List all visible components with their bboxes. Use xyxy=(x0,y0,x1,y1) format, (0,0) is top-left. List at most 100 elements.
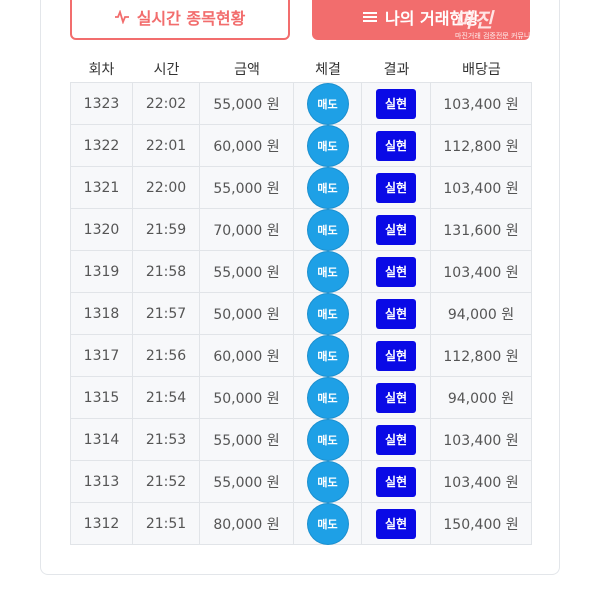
cell-amount-text: 55,000 원 xyxy=(213,180,280,197)
result-badge: 실현 xyxy=(376,508,416,539)
cell-time: 22:02 xyxy=(133,83,200,125)
trade-type-badge: 매도 xyxy=(307,167,348,208)
cell-amount: 55,000 원 xyxy=(200,419,294,461)
cell-trade: 매도 xyxy=(294,125,362,167)
cell-round-text: 1313 xyxy=(83,473,120,490)
cell-round: 1323 xyxy=(70,83,133,125)
cell-amount: 50,000 원 xyxy=(200,293,294,335)
cell-amount: 80,000 원 xyxy=(200,503,294,545)
cell-round-text: 1319 xyxy=(83,263,120,280)
cell-amount: 55,000 원 xyxy=(200,461,294,503)
cell-amount-text: 55,000 원 xyxy=(213,96,280,113)
cell-payout-text: 103,400 원 xyxy=(443,432,519,449)
cell-round: 1322 xyxy=(70,125,133,167)
cell-payout-text: 112,800 원 xyxy=(443,348,519,365)
result-badge: 실현 xyxy=(376,214,416,245)
cell-amount-text: 60,000 원 xyxy=(213,138,280,155)
cell-time: 21:52 xyxy=(133,461,200,503)
cell-time-text: 21:53 xyxy=(145,431,187,448)
cell-result: 실현 xyxy=(362,167,431,209)
table-row: 1322 22:01 60,000 원 매도 실현 112,800 원 xyxy=(70,125,532,167)
table-row: 1317 21:56 60,000 원 매도 실현 112,800 원 xyxy=(70,335,532,377)
cell-payout-text: 103,400 원 xyxy=(443,474,519,491)
cell-payout-text: 94,000 원 xyxy=(447,390,515,407)
cell-time-text: 21:57 xyxy=(145,305,187,322)
cell-time: 22:00 xyxy=(133,167,200,209)
header-round: 회차 xyxy=(88,62,115,78)
cell-payout: 131,600 원 xyxy=(431,209,532,251)
table-row: 1313 21:52 55,000 원 매도 실현 103,400 원 xyxy=(70,461,532,503)
cell-time-text: 22:02 xyxy=(145,95,187,112)
cell-round: 1317 xyxy=(70,335,133,377)
cell-trade: 매도 xyxy=(294,167,362,209)
cell-trade: 매도 xyxy=(294,209,362,251)
cell-payout: 112,800 원 xyxy=(431,335,532,377)
cell-round-text: 1318 xyxy=(83,305,120,322)
cell-payout: 103,400 원 xyxy=(431,167,532,209)
tab-mine-label: 나의 거래현황 xyxy=(385,9,479,28)
cell-time: 21:56 xyxy=(133,335,200,377)
result-badge: 실현 xyxy=(376,424,416,455)
cell-amount: 55,000 원 xyxy=(200,167,294,209)
cell-payout-text: 103,400 원 xyxy=(443,180,519,197)
cell-time: 21:59 xyxy=(133,209,200,251)
cell-result: 실현 xyxy=(362,377,431,419)
cell-payout: 94,000 원 xyxy=(431,377,532,419)
cell-round: 1321 xyxy=(70,167,133,209)
cell-round-text: 1317 xyxy=(83,347,120,364)
cell-time-text: 21:59 xyxy=(145,221,187,238)
cell-time: 21:58 xyxy=(133,251,200,293)
cell-round: 1312 xyxy=(70,503,133,545)
header-time: 시간 xyxy=(153,62,180,78)
result-badge: 실현 xyxy=(376,130,416,161)
cell-round: 1313 xyxy=(70,461,133,503)
cell-payout-text: 131,600 원 xyxy=(443,222,519,239)
cell-time: 22:01 xyxy=(133,125,200,167)
table-row: 1320 21:59 70,000 원 매도 실현 131,600 원 xyxy=(70,209,532,251)
cell-round-text: 1322 xyxy=(83,137,120,154)
cell-payout: 150,400 원 xyxy=(431,503,532,545)
cell-round-text: 1314 xyxy=(83,431,120,448)
cell-trade: 매도 xyxy=(294,377,362,419)
cell-round-text: 1323 xyxy=(83,95,120,112)
cell-time-text: 22:01 xyxy=(145,137,187,154)
result-badge: 실현 xyxy=(376,340,416,371)
cell-round-text: 1312 xyxy=(83,515,120,532)
cell-result: 실현 xyxy=(362,251,431,293)
cell-trade: 매도 xyxy=(294,419,362,461)
cell-amount: 60,000 원 xyxy=(200,335,294,377)
cell-trade: 매도 xyxy=(294,335,362,377)
header-result: 결과 xyxy=(383,62,410,78)
cell-time-text: 21:56 xyxy=(145,347,187,364)
trade-table: 1323 22:02 55,000 원 매도 실현 103,400 원 1322 22:01 6… xyxy=(70,82,532,545)
cell-trade: 매도 xyxy=(294,503,362,545)
cell-payout: 103,400 원 xyxy=(431,461,532,503)
table-row: 1314 21:53 55,000 원 매도 실현 103,400 원 xyxy=(70,419,532,461)
tab-my-trades[interactable]: 나의 거래현황 xyxy=(312,0,530,40)
header-trade: 체결 xyxy=(315,62,341,78)
cell-time: 21:57 xyxy=(133,293,200,335)
cell-payout: 103,400 원 xyxy=(431,251,532,293)
cell-round: 1314 xyxy=(70,419,133,461)
cell-result: 실현 xyxy=(362,209,431,251)
cell-amount-text: 70,000 원 xyxy=(213,222,280,239)
cell-payout-text: 103,400 원 xyxy=(443,264,519,281)
cell-amount: 55,000 원 xyxy=(200,251,294,293)
cell-round: 1318 xyxy=(70,293,133,335)
cell-round-text: 1321 xyxy=(83,179,120,196)
cell-amount-text: 50,000 원 xyxy=(213,390,280,407)
tab-live-label: 실시간 종목현황 xyxy=(136,9,246,28)
trade-type-badge: 매도 xyxy=(307,377,348,418)
table-row: 1315 21:54 50,000 원 매도 실현 94,000 원 xyxy=(70,377,532,419)
table-row: 1319 21:58 55,000 원 매도 실현 103,400 원 xyxy=(70,251,532,293)
cell-amount: 50,000 원 xyxy=(200,377,294,419)
cell-payout: 103,400 원 xyxy=(431,419,532,461)
result-badge: 실현 xyxy=(376,466,416,497)
cell-time-text: 21:51 xyxy=(145,515,187,532)
cell-time-text: 21:52 xyxy=(145,473,187,490)
cell-payout-text: 103,400 원 xyxy=(443,96,519,113)
cell-payout-text: 150,400 원 xyxy=(443,516,519,533)
result-badge: 실현 xyxy=(376,172,416,203)
cell-amount: 60,000 원 xyxy=(200,125,294,167)
tab-live-status[interactable]: 실시간 종목현황 xyxy=(70,0,290,40)
